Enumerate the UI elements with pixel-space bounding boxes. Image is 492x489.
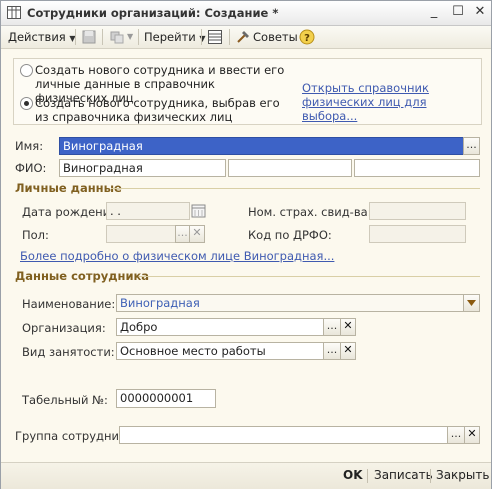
open-individuals-link[interactable]: Открыть справочник физических лиц для вы…	[302, 81, 478, 123]
actions-menu[interactable]: Действия ▼	[8, 29, 76, 45]
section-divider	[139, 276, 480, 277]
personal-data-section-title: Личные данные	[15, 181, 122, 195]
list-icon[interactable]	[207, 29, 223, 45]
mode-option2-label[interactable]: Создать нового сотрудника, выбрав его из…	[35, 96, 290, 124]
insurance-number-label: Ном. страх. свид-ва:	[248, 205, 372, 219]
name-label: Имя:	[15, 139, 44, 153]
tab-number-label: Табельный №:	[22, 393, 108, 407]
tools-icon	[237, 31, 249, 43]
organization-clear-button[interactable]: ✕	[340, 318, 356, 336]
employee-data-section-title: Данные сотрудника	[15, 269, 150, 283]
employee-group-clear-button[interactable]: ✕	[464, 426, 480, 444]
employee-name-label: Наименование:	[22, 297, 116, 311]
employee-create-window: Сотрудники организаций: Создание * _ ☐ ✕…	[0, 0, 492, 489]
employee-name-input[interactable]: Виноградная	[116, 294, 464, 312]
fio-middle-name-input[interactable]	[354, 159, 480, 177]
tab-number-input[interactable]: 0000000001	[116, 389, 216, 408]
person-details-link[interactable]: Более подробно о физическом лице Виногра…	[20, 249, 334, 263]
fio-first-name-input[interactable]	[228, 159, 352, 177]
mode-option2-radio[interactable]	[20, 97, 33, 110]
window-title: Сотрудники организаций: Создание *	[27, 6, 279, 20]
name-input[interactable]: Виноградная	[59, 137, 464, 155]
triangle-down-icon	[467, 300, 476, 306]
goto-menu[interactable]: Перейти ▼	[144, 29, 206, 45]
section-divider	[111, 188, 480, 189]
tax-code-label: Код по ДРФО:	[248, 228, 332, 242]
employment-type-clear-button[interactable]: ✕	[340, 342, 356, 360]
tips-button[interactable]: Советы	[253, 29, 298, 45]
fio-last-name-input[interactable]: Виноградная	[59, 159, 226, 177]
toolbar: Действия ▼ ▼ Перейти ▼ Советы ?	[1, 26, 491, 49]
minimize-button[interactable]: _	[427, 5, 441, 19]
organization-input[interactable]: Добро	[116, 318, 324, 336]
name-select-button[interactable]: ...	[463, 137, 480, 155]
gender-select-button[interactable]: ...	[175, 225, 190, 243]
employee-name-dropdown[interactable]	[463, 294, 480, 312]
organization-select-button[interactable]: ...	[323, 318, 341, 336]
goto-menu-label: Перейти	[144, 30, 196, 44]
employee-group-select-button[interactable]: ...	[447, 426, 465, 444]
tax-code-input[interactable]	[369, 225, 466, 243]
employment-type-select-button[interactable]: ...	[323, 342, 341, 360]
structure-icon[interactable]	[109, 29, 125, 45]
organization-label: Организация:	[22, 321, 106, 335]
fio-label: ФИО:	[15, 161, 47, 175]
ok-button[interactable]: OK	[343, 468, 363, 482]
help-icon[interactable]: ?	[299, 29, 315, 45]
title-bar: Сотрудники организаций: Создание * _ ☐ ✕	[1, 1, 491, 26]
gender-label: Пол:	[22, 228, 49, 242]
employment-type-label: Вид занятости:	[22, 345, 115, 359]
close-button[interactable]: Закрыть	[436, 468, 489, 482]
birth-date-input[interactable]: . .	[106, 202, 190, 220]
close-window-button[interactable]: ✕	[473, 5, 487, 19]
maximize-button[interactable]: ☐	[451, 5, 465, 19]
dialog-buttons-bar: OK Записать Закрыть	[1, 462, 491, 489]
svg-text:?: ?	[304, 33, 310, 44]
table-icon	[7, 6, 21, 19]
mode-option1-radio[interactable]	[20, 64, 33, 77]
chevron-down-icon[interactable]: ▼	[127, 32, 133, 41]
creation-mode-panel: Создать нового сотрудника и ввести его л…	[13, 58, 482, 125]
calendar-icon[interactable]	[191, 203, 206, 219]
employee-group-input[interactable]	[119, 426, 448, 444]
actions-menu-label: Действия	[8, 30, 66, 44]
gender-input[interactable]	[106, 225, 176, 243]
employment-type-input[interactable]: Основное место работы	[116, 342, 324, 360]
gender-clear-button[interactable]: ✕	[189, 225, 205, 243]
save-icon[interactable]	[81, 29, 97, 45]
save-button[interactable]: Записать	[374, 468, 433, 482]
insurance-number-input[interactable]	[369, 202, 466, 220]
